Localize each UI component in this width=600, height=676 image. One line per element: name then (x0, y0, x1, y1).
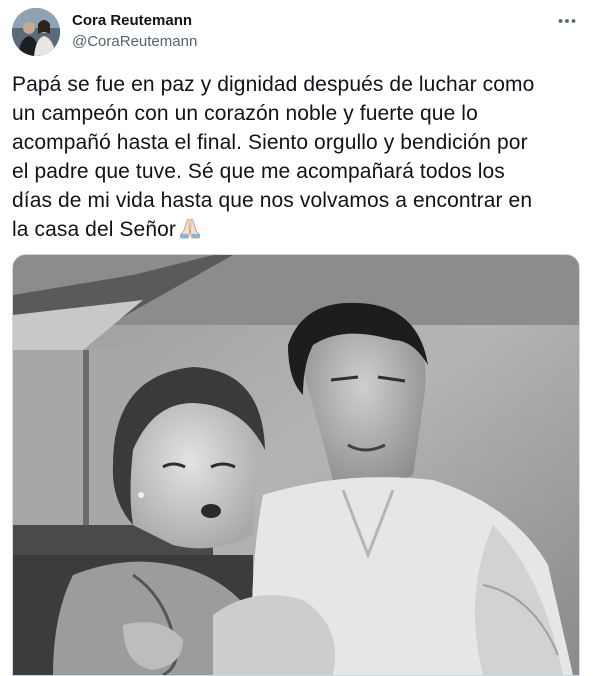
author-handle[interactable]: @CoraReutemann (72, 32, 197, 52)
tweet-text-line-last: la casa del Señor (12, 215, 588, 247)
author-name[interactable]: Cora Reutemann (72, 11, 197, 31)
tweet-text-line: la casa del Señor (12, 218, 176, 241)
tweet-text: Papá se fue en paz y dignidad después de… (12, 70, 588, 247)
folded-hands-icon (178, 217, 202, 247)
tweet-text-line: un campeón con un corazón noble y fuerte… (12, 102, 478, 125)
avatar[interactable] (12, 8, 60, 56)
avatar-photo (12, 8, 60, 56)
tweet-text-line: el padre que tuve. Sé que me acompañará … (12, 160, 505, 183)
tweet-text-line: días de mi vida hasta que nos volvamos a… (12, 189, 533, 212)
tweet-text-line: acompañó hasta el final. Siento orgullo … (12, 131, 528, 154)
more-horizontal-icon (558, 19, 576, 23)
tweet-text-line: Papá se fue en paz y dignidad después de… (12, 73, 535, 96)
tweet[interactable]: Cora Reutemann @CoraReutemann Papá se fu… (0, 0, 600, 676)
photo-image (13, 255, 579, 675)
tweet-photo[interactable] (12, 254, 580, 676)
author-names: Cora Reutemann @CoraReutemann (72, 11, 197, 52)
more-options-button[interactable] (554, 12, 580, 30)
tweet-header: Cora Reutemann @CoraReutemann (12, 8, 588, 58)
